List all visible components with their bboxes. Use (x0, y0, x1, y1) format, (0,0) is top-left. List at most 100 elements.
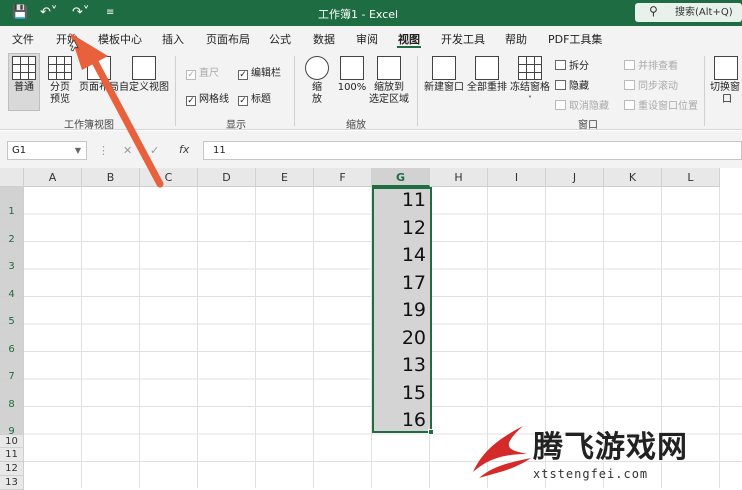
row-header-3[interactable]: 3 (0, 242, 24, 272)
column-header-k[interactable]: K (604, 168, 662, 187)
column-header-e[interactable]: E (256, 168, 314, 187)
tab-data[interactable]: 数据 (313, 31, 335, 47)
freeze-panes-icon (518, 56, 542, 80)
search-icon: ⚲ (649, 4, 658, 18)
tab-developer[interactable]: 开发工具 (441, 31, 485, 47)
sync-scroll-button[interactable]: 同步滚动 (624, 77, 678, 92)
name-box[interactable]: G1 ▼ (7, 141, 87, 160)
cell-g6[interactable]: 20 (372, 325, 430, 352)
hide-button[interactable]: 隐藏 (555, 77, 589, 92)
zoom-100-icon (340, 56, 364, 80)
column-header-a[interactable]: A (24, 168, 82, 187)
row-header-2[interactable]: 2 (0, 214, 24, 245)
tab-help[interactable]: 帮助 (505, 31, 527, 47)
column-header-g[interactable]: G (372, 168, 430, 187)
cell-g1[interactable]: 11 (372, 187, 430, 214)
redo-icon[interactable]: ↷˅ (72, 5, 89, 21)
column-header-h[interactable]: H (430, 168, 488, 187)
cell-g4[interactable]: 17 (372, 270, 430, 297)
page-break-label-1: 分页 (50, 82, 70, 93)
normal-view-icon (12, 56, 36, 80)
new-window-label: 新建窗口 (424, 82, 464, 93)
tab-home[interactable]: 开始 (56, 31, 78, 47)
cell-g7[interactable]: 13 (372, 352, 430, 379)
page-break-preview-icon (48, 56, 72, 80)
undo-icon[interactable]: ↶˅ (40, 5, 57, 21)
tab-formulas[interactable]: 公式 (269, 31, 291, 47)
page-layout-label: 页面布局 (79, 82, 119, 93)
tab-review[interactable]: 审阅 (356, 31, 378, 47)
cell-g9[interactable]: 16 (372, 407, 430, 434)
customize-qat-icon[interactable]: ≡ (106, 5, 114, 21)
insert-function-icon[interactable]: fx (179, 143, 189, 156)
freeze-panes-button[interactable]: 冻结窗格 ˅ (510, 56, 550, 106)
switch-windows-icon (714, 56, 738, 80)
zoom-100-button[interactable]: 100% (337, 56, 367, 94)
tab-template[interactable]: 模板中心 (98, 31, 142, 47)
column-header-d[interactable]: D (198, 168, 256, 187)
column-header-b[interactable]: B (82, 168, 140, 187)
ruler-checkbox[interactable]: ✓ 直尺 (186, 64, 219, 80)
row-header-11[interactable]: 11 (0, 448, 24, 463)
select-all-corner[interactable] (0, 168, 24, 187)
zoom-label-2: 放 (312, 94, 322, 105)
save-icon[interactable]: 💾 (12, 5, 28, 21)
group-label-window: 窗口 (578, 120, 598, 131)
reset-window-position-button[interactable]: 重设窗口位置 (624, 97, 698, 112)
formula-value: 11 (213, 145, 226, 156)
split-button[interactable]: 拆分 (555, 57, 589, 72)
formula-bar-checkbox[interactable]: ✓ 编辑栏 (238, 64, 281, 80)
tab-insert[interactable]: 插入 (162, 31, 184, 47)
zoom-label-1: 缩 (312, 82, 322, 93)
page-layout-view-button[interactable]: 页面布局 (79, 56, 119, 94)
row-header-1[interactable]: 1 (0, 187, 24, 217)
tab-file[interactable]: 文件 (12, 31, 34, 47)
custom-views-button[interactable]: 自定义视图 (119, 56, 169, 94)
cell-g3[interactable]: 14 (372, 242, 430, 269)
row-header-5[interactable]: 5 (0, 297, 24, 327)
headings-checkbox[interactable]: ✓ 标题 (238, 90, 271, 106)
view-side-by-side-button[interactable]: 并排查看 (624, 57, 678, 72)
arrange-all-button[interactable]: 全部重排 (467, 56, 507, 94)
tab-view[interactable]: 视图 (398, 31, 420, 47)
chevron-down-icon[interactable]: ▼ (75, 142, 81, 159)
unhide-button[interactable]: 取消隐藏 (555, 97, 609, 112)
column-header-i[interactable]: I (488, 168, 546, 187)
ribbon-separator (417, 56, 418, 126)
switch-windows-label-1: 切换窗 (710, 82, 740, 93)
column-header-c[interactable]: C (140, 168, 198, 187)
switch-windows-button[interactable]: 切换窗 口 (710, 56, 742, 106)
enter-check-icon[interactable]: ✓ (150, 144, 159, 157)
column-header-f[interactable]: F (314, 168, 372, 187)
ribbon: 普通 分页 预览 页面布局 自定义视图 工作簿视图 ✓ 直尺 ✓ 编辑栏 ✓ 网格线 … (0, 50, 742, 131)
formula-input[interactable]: 11 (203, 141, 742, 160)
row-header-4[interactable]: 4 (0, 269, 24, 300)
unhide-icon (555, 100, 566, 110)
cell-g2[interactable]: 12 (372, 215, 430, 242)
row-header-12[interactable]: 12 (0, 462, 24, 476)
zoom-button[interactable]: 缩 放 (303, 56, 331, 106)
page-break-preview-button[interactable]: 分页 预览 (45, 56, 75, 106)
title-bar: 💾 ↶˅ ↷˅ ≡ 工作簿1 - Excel ⚲ 搜索(Alt+Q) (0, 0, 742, 26)
fill-handle[interactable] (428, 429, 434, 435)
watermark-url: xtstengfei.com (533, 467, 649, 481)
cancel-icon[interactable]: ✕ (123, 144, 132, 157)
row-header-9[interactable]: 9 (0, 407, 24, 437)
normal-view-button[interactable]: 普通 (11, 56, 37, 94)
tab-pdf-tools[interactable]: PDF工具集 (548, 31, 602, 47)
column-header-j[interactable]: J (546, 168, 604, 187)
row-header-6[interactable]: 6 (0, 324, 24, 355)
new-window-button[interactable]: 新建窗口 (424, 56, 464, 94)
search-box[interactable]: ⚲ 搜索(Alt+Q) (635, 3, 742, 22)
watermark-logo-icon (473, 426, 531, 478)
zoom-to-selection-button[interactable]: 缩放到 选定区域 (368, 56, 410, 106)
row-header-7[interactable]: 7 (0, 352, 24, 382)
cell-g8[interactable]: 15 (372, 380, 430, 407)
gridlines-checkbox[interactable]: ✓ 网格线 (186, 90, 229, 106)
cell-g5[interactable]: 19 (372, 297, 430, 324)
zoom-magnifier-icon (305, 56, 329, 80)
column-header-l[interactable]: L (662, 168, 720, 187)
tab-page-layout[interactable]: 页面布局 (206, 31, 250, 47)
row-header-8[interactable]: 8 (0, 379, 24, 410)
row-header-10[interactable]: 10 (0, 434, 24, 449)
